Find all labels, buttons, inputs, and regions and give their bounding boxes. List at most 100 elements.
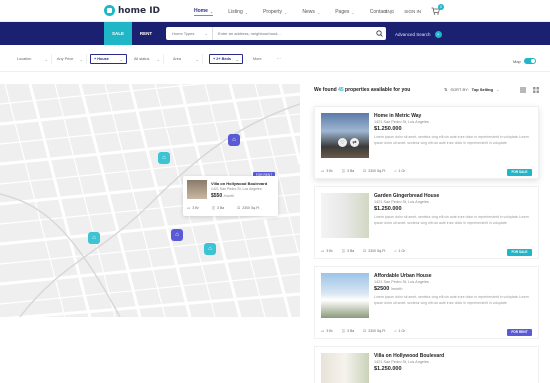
chevron-down-icon: ⌄: [195, 56, 199, 62]
sign-in-link[interactable]: SIGN IN: [404, 9, 421, 14]
listing-price-period: /month: [390, 287, 403, 291]
filter-house[interactable]: + House ⌄: [90, 54, 127, 64]
listing-title[interactable]: Villa on Hollywood Boulevard: [374, 353, 444, 359]
listing-title[interactable]: Home in Metric Way: [374, 113, 421, 119]
grid-view-icon: [533, 87, 539, 93]
filter-beds-label: + 2+ Beds: [213, 57, 231, 61]
sort-select[interactable]: ⇅ SORT BY: Top Selling ⌄: [444, 87, 499, 92]
home-icon: ⌂: [208, 246, 212, 252]
filter-beds[interactable]: + 2+ Beds ⌄: [209, 54, 243, 64]
advanced-search-toggle[interactable]: Advanced Search +: [395, 31, 442, 38]
listing-price: $1.250.000: [374, 366, 402, 372]
list-view-button[interactable]: [517, 84, 529, 96]
garage-feature: ⌂ 1 Gr: [394, 329, 405, 333]
chevron-down-icon: ⌄: [119, 56, 123, 62]
listing-address: 1421 San Pedro St, Los Angeles: [374, 199, 429, 204]
bath-icon: ◫: [341, 249, 346, 253]
more-dots: ···: [277, 57, 281, 61]
area-feature: ⊡ 2300 Sq.Ft: [363, 249, 385, 253]
listing-price: $1.250.000: [374, 126, 402, 132]
menu-home[interactable]: Home ⌄: [194, 8, 214, 16]
menu-pages[interactable]: Pages ⌄: [335, 8, 355, 16]
chevron-down-icon: ⌄: [204, 31, 208, 36]
sort-label: SORT BY:: [450, 87, 469, 92]
results-summary: We found 45 properties available for you: [314, 87, 410, 93]
listing-card[interactable]: Villa on Hollywood Boulevard 1421 San Pe…: [314, 346, 539, 383]
filter-area[interactable]: Area ⌄: [170, 54, 203, 64]
map-pin[interactable]: ⌂: [204, 243, 216, 255]
map-toggle-label: Map: [513, 58, 521, 64]
listing-card[interactable]: Garden Gingerbread House 1421 San Pedro …: [314, 186, 539, 259]
logo[interactable]: home ID: [104, 5, 160, 16]
listing-features: ▭ 3 Br ◫ 3 Ba ⊡ 2300 Sq.Ft ⌂ 1 Gr: [321, 329, 405, 333]
menu-listing[interactable]: Listing ⌄: [228, 8, 248, 16]
menu-news[interactable]: News ⌄: [302, 8, 320, 16]
listing-title[interactable]: Garden Gingerbread House: [374, 193, 439, 199]
search-button[interactable]: [372, 27, 386, 40]
home-types-select[interactable]: Home Types ⌄: [166, 27, 213, 40]
area-feature: ⊡ 2300 Sq.Ft: [363, 329, 385, 333]
map-switch[interactable]: [523, 58, 536, 64]
bath-icon: ◫: [341, 329, 346, 333]
menu-listing-label: Listing: [228, 9, 243, 15]
listing-card[interactable]: Affordable Urban House 1421 San Pedro St…: [314, 266, 539, 339]
listing-thumbnail[interactable]: [321, 273, 369, 318]
listing-thumbnail[interactable]: [321, 193, 369, 238]
map-pin[interactable]: ⌂: [158, 152, 170, 164]
area-feature: ⊡ 2300 Sq.Ft: [363, 169, 385, 173]
cart-button[interactable]: 0: [431, 4, 444, 15]
grid-view-button[interactable]: [530, 84, 542, 96]
bed-icon: ▭: [321, 169, 325, 173]
bed-feature: ▭ 3 Br: [321, 329, 333, 333]
beds-value: 3 Br: [326, 249, 333, 253]
filter-status[interactable]: All status ⌄: [131, 54, 164, 64]
map-pin[interactable]: ⌂: [171, 229, 183, 241]
map-pin[interactable]: ⌂: [228, 134, 240, 146]
main-menu: Home ⌄ Listing ⌄ Property ⌄ News ⌄ Pages ⌄ Co…: [194, 8, 392, 16]
bed-feature: ▭ 3 Br: [321, 249, 333, 253]
nav-right: ENG SIGN IN 0: [384, 4, 444, 15]
language-select[interactable]: ENG: [384, 9, 394, 14]
list-view-icon: [520, 87, 526, 93]
chevron-down-icon: ⌄: [235, 56, 239, 62]
listing-address: 1421 San Pedro St, Los Angeles: [374, 279, 429, 284]
menu-property[interactable]: Property ⌄: [263, 8, 287, 16]
listing-title[interactable]: Affordable Urban House: [374, 273, 432, 279]
results-count: 45: [338, 87, 344, 93]
advanced-search-label: Advanced Search: [395, 32, 431, 37]
listing-thumbnail[interactable]: ♡ ⇄: [321, 113, 369, 158]
more-options-icon[interactable]: ···: [274, 54, 288, 64]
listing-description: Lorem ipsum dolor sit amet, sectetur cin…: [374, 135, 529, 145]
area-icon: ⊡: [363, 169, 367, 173]
filter-location[interactable]: Location ⌄: [14, 54, 52, 64]
listing-price: $2500 /month: [374, 286, 402, 292]
chevron-down-icon: ⌄: [209, 8, 214, 14]
tab-rent[interactable]: RENT: [132, 22, 160, 45]
popup-price-period: /month: [223, 194, 235, 198]
map-popup-card[interactable]: Villa on Hollywood Boulevard 1421 San Pe…: [183, 176, 278, 216]
beds-value: 3 Br: [326, 329, 333, 333]
map-toggle[interactable]: Map: [513, 58, 536, 64]
search-input[interactable]: [213, 31, 372, 36]
map-pin[interactable]: ⌂: [88, 232, 100, 244]
baths-value: 3 Ba: [347, 329, 355, 333]
results-prefix: We found: [314, 87, 337, 93]
garage-icon: ⌂: [394, 169, 397, 173]
filter-more-label: More: [253, 57, 262, 61]
listing-card[interactable]: ♡ ⇄ Home in Metric Way 1421 San Pedro St…: [314, 106, 539, 179]
chevron-down-icon: ⌄: [156, 56, 160, 62]
bath-feature: ◫ 3 Ba: [342, 249, 355, 253]
heart-icon[interactable]: ♡: [338, 138, 347, 147]
area-value: 2300 Sq.Ft: [368, 329, 386, 333]
chevron-down-icon: ⌄: [244, 9, 249, 15]
listing-thumbnail[interactable]: [321, 353, 369, 383]
filter-price[interactable]: Any Price ⌄: [54, 54, 87, 64]
filter-more[interactable]: More: [250, 54, 270, 64]
search-box: Home Types ⌄: [166, 27, 386, 40]
compare-icon[interactable]: ⇄: [350, 138, 359, 147]
menu-home-label: Home: [194, 8, 208, 14]
logo-text: home ID: [118, 5, 161, 16]
bed-feature: ▭ 3 Br: [187, 206, 199, 210]
tab-sale[interactable]: SALE: [104, 22, 132, 45]
home-icon: ⌂: [175, 232, 179, 238]
